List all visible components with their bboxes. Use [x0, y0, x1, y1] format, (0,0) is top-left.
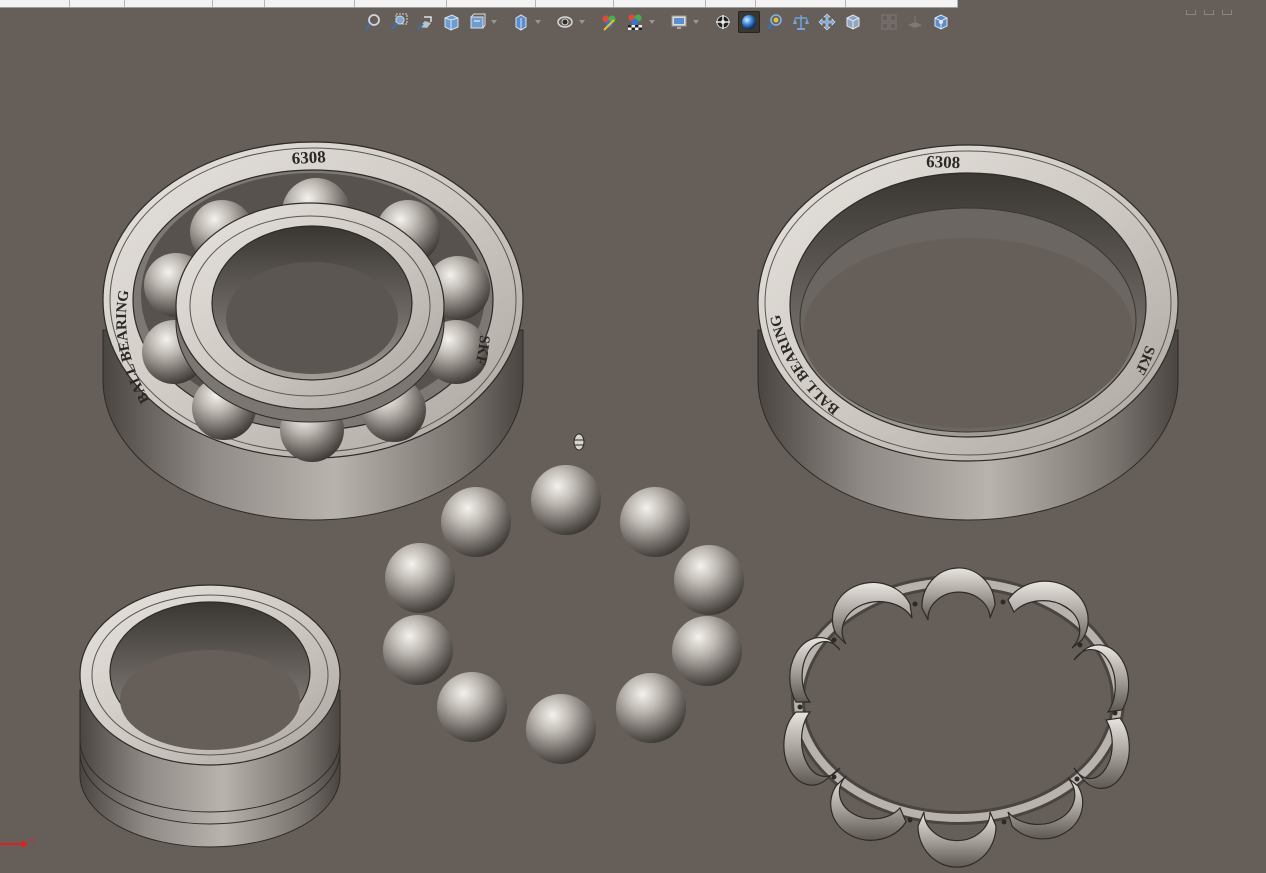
ball[interactable]	[383, 615, 453, 685]
ball[interactable]	[437, 672, 507, 742]
ball[interactable]	[385, 543, 455, 613]
ball-set[interactable]	[383, 465, 744, 764]
origin-marker	[573, 433, 585, 451]
ball[interactable]	[672, 616, 742, 686]
graphics-viewport[interactable]: 6308 BALL BEARING SKF 6308 BALL BEARING …	[0, 0, 1266, 873]
ball[interactable]	[674, 545, 744, 615]
ball[interactable]	[616, 673, 686, 743]
assembly-designation-text: 6308	[291, 147, 326, 168]
ball[interactable]	[531, 465, 601, 535]
inner-ring[interactable]	[79, 584, 341, 848]
ball[interactable]	[441, 487, 511, 557]
ball[interactable]	[620, 487, 690, 557]
model-scene[interactable]: 6308 BALL BEARING SKF 6308 BALL BEARING …	[0, 0, 1266, 873]
assembled-bearing[interactable]: 6308 BALL BEARING SKF	[102, 141, 524, 521]
ball[interactable]	[526, 694, 596, 764]
outer-ring-designation-text: 6308	[926, 152, 961, 172]
outer-ring[interactable]: 6308 BALL BEARING SKF	[757, 144, 1179, 521]
reference-triad: x	[0, 836, 34, 848]
x-axis-label: x	[30, 836, 34, 845]
ball-cage[interactable]	[783, 567, 1130, 868]
